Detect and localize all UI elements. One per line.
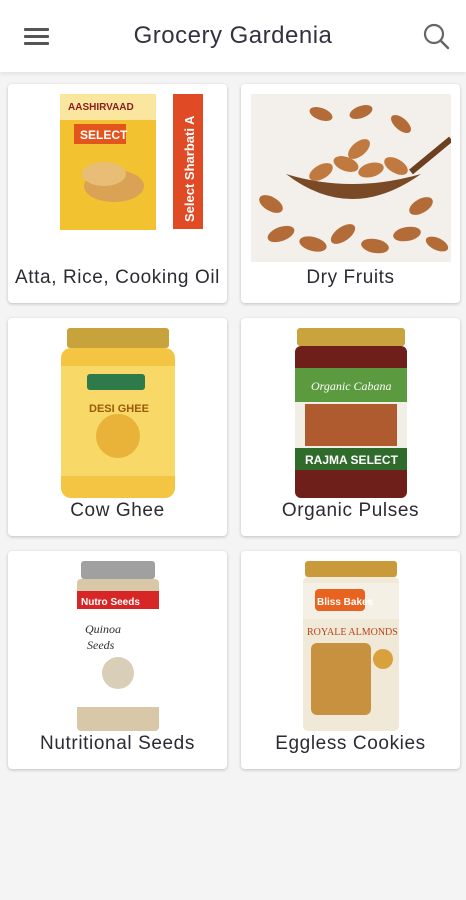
category-label: Dry Fruits — [306, 267, 395, 288]
category-card-cow-ghee[interactable]: DESI GHEE Cow Ghee — [8, 318, 227, 536]
category-grid-area: AASHIRVAAD SELECT Select Sharbati A Atta… — [0, 72, 466, 900]
svg-text:SELECT: SELECT — [80, 128, 128, 142]
page-title: Grocery Gardenia — [133, 22, 333, 49]
category-card-nutritional-seeds[interactable]: Nutro Seeds Quinoa Seeds Nutritional See… — [8, 551, 227, 769]
cookies-jar-image: Bliss Bakes ROYALE ALMONDS — [241, 561, 460, 741]
rajma-jar-image: Organic Cabana RAJMA SELECT — [241, 328, 460, 508]
quinoa-jar-image: Nutro Seeds Quinoa Seeds — [8, 561, 227, 741]
svg-text:ROYALE ALMONDS: ROYALE ALMONDS — [307, 627, 398, 638]
almonds-image — [241, 94, 460, 274]
category-label: Eggless Cookies — [275, 733, 426, 754]
category-card-dry-fruits[interactable]: Dry Fruits — [241, 84, 460, 303]
svg-text:Nutro Seeds: Nutro Seeds — [81, 597, 140, 608]
app-bar: Grocery Gardenia — [0, 0, 466, 72]
atta-package-image: AASHIRVAAD SELECT Select Sharbati A — [8, 94, 227, 274]
category-label: Cow Ghee — [70, 500, 165, 521]
category-label: Organic Pulses — [281, 500, 420, 521]
category-label: Atta, Rice, Cooking Oil — [15, 267, 220, 288]
search-icon[interactable] — [420, 20, 454, 54]
svg-text:Seeds: Seeds — [87, 638, 115, 652]
category-label: Nutritional Seeds — [40, 733, 195, 754]
svg-text:Bliss Bakes: Bliss Bakes — [317, 597, 374, 608]
svg-text:Select Sharbati A: Select Sharbati A — [182, 115, 197, 222]
category-card-eggless-cookies[interactable]: Bliss Bakes ROYALE ALMONDS Eggless Cooki… — [241, 551, 460, 769]
svg-text:AASHIRVAAD: AASHIRVAAD — [68, 102, 134, 113]
svg-text:RAJMA SELECT: RAJMA SELECT — [305, 453, 399, 467]
category-card-atta-rice-oil[interactable]: AASHIRVAAD SELECT Select Sharbati A Atta… — [8, 84, 227, 303]
svg-text:Organic Cabana: Organic Cabana — [311, 379, 392, 393]
svg-text:DESI GHEE: DESI GHEE — [89, 403, 149, 415]
category-card-organic-pulses[interactable]: Organic Cabana RAJMA SELECT Organic Puls… — [241, 318, 460, 536]
svg-text:Quinoa: Quinoa — [85, 622, 121, 636]
ghee-jar-image: DESI GHEE — [8, 328, 227, 508]
